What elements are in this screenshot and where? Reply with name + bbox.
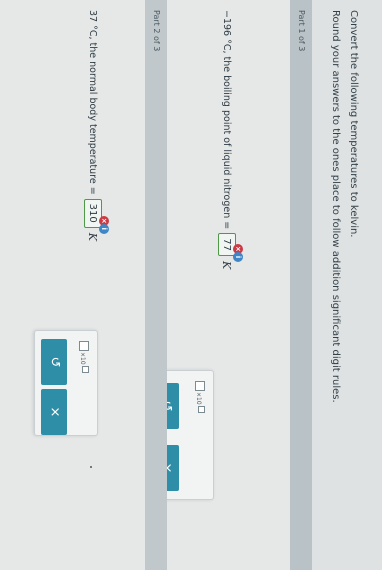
sci-exponent-box	[82, 365, 89, 373]
part-2-unit: K	[86, 232, 100, 241]
part-2-answer-field[interactable]: 310 × i	[84, 198, 109, 234]
part-2-answer-value: 310	[87, 203, 99, 223]
info-circle-icon[interactable]: i	[233, 251, 243, 262]
sci-base-box	[79, 341, 89, 351]
part-2-tool-panel: ×10 ↺ ×	[34, 330, 98, 436]
scientific-notation-icon[interactable]: ×10	[195, 381, 205, 413]
instruction-line-2: Round your answers to the ones place to …	[330, 10, 341, 403]
sci-x10-label: ×10	[79, 352, 86, 365]
part-2-status-badges: × i	[99, 215, 109, 234]
part-2-header: Part 2 of 3	[145, 0, 167, 570]
sci-x10-label: ×10	[195, 392, 202, 405]
assignment-page: Convert the following temperatures to ke…	[0, 0, 382, 570]
sci-exponent-box	[198, 405, 205, 413]
stray-dot	[90, 466, 92, 468]
screen: Convert the following temperatures to ke…	[0, 0, 382, 570]
part-2-question-text: 37 °C, the normal body temperature =	[87, 10, 99, 195]
part-1-header: Part 1 of 3	[290, 0, 312, 570]
instruction-line-1: Convert the following temperatures to ke…	[348, 10, 359, 238]
part-2-question: 37 °C, the normal body temperature = 310…	[84, 10, 109, 241]
sci-base-box	[195, 381, 205, 391]
part-1-question-text: −196 °C, the boiling point of liquid nit…	[221, 10, 233, 230]
info-circle-icon[interactable]: i	[99, 223, 109, 234]
scientific-notation-icon[interactable]: ×10	[79, 341, 89, 373]
clear-button[interactable]: ×	[41, 389, 67, 435]
part-1-answer-field[interactable]: 77 × i	[218, 233, 243, 262]
part-1-unit: K	[220, 260, 234, 270]
part-2-body	[0, 0, 145, 570]
part-1-answer-value: 77	[221, 238, 233, 251]
clear-x-icon: ×	[47, 406, 62, 418]
undo-icon: ↺	[47, 356, 62, 368]
part-1-status-badges: × i	[233, 243, 243, 262]
instructions: Convert the following temperatures to ke…	[326, 10, 362, 550]
undo-button[interactable]: ↺	[41, 339, 67, 385]
part-1-question: −196 °C, the boiling point of liquid nit…	[218, 10, 243, 270]
